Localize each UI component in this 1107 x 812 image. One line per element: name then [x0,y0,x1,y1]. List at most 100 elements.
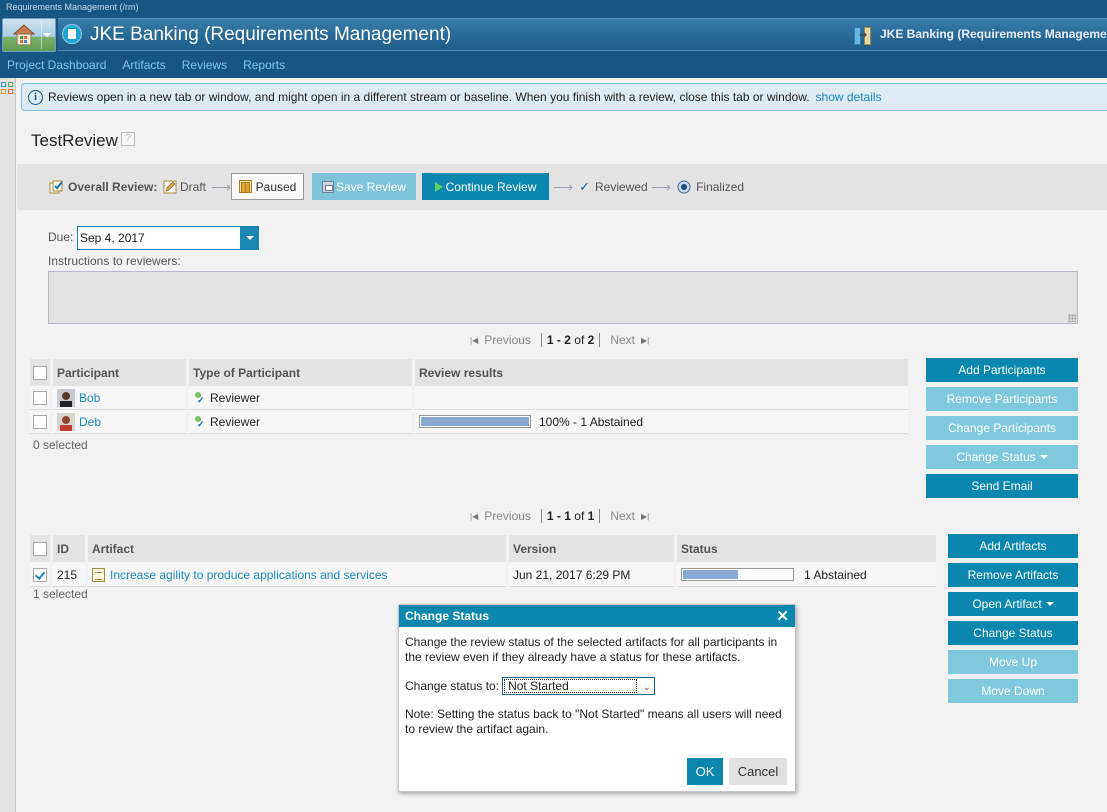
continue-review-button[interactable]: Continue Review [422,173,549,200]
change-participant-status-button[interactable]: Change Status [926,445,1078,469]
row-select-cell [30,563,50,587]
column-participant[interactable]: Participant [53,359,186,386]
arrow-right-icon: ⟶ [211,178,232,195]
row-select-cell [30,410,50,434]
open-artifact-button[interactable]: Open Artifact [948,592,1078,616]
save-review-label: Save Review [335,179,407,194]
pencil-icon [163,180,177,194]
table-row[interactable]: Deb Reviewer 100% - 1 Abstained [30,410,908,434]
add-participants-button[interactable]: Add Participants [926,358,1078,382]
first-page-icon[interactable]: |◀ [470,336,478,345]
send-email-button[interactable]: Send Email [926,474,1078,498]
play-icon [434,181,443,192]
show-details-link[interactable]: show details [816,90,882,104]
last-page-icon[interactable]: ▶| [641,512,649,521]
status-field-row: Change status to: Not Started ⌄ [405,677,789,695]
page-title: TestReview [31,131,118,150]
close-icon[interactable]: ✕ [776,607,789,625]
avatar [57,388,75,407]
step-reviewed: ⟶ ✓ Reviewed [553,164,648,210]
table-row[interactable]: Bob Reviewer [30,386,908,410]
info-icon: i [28,89,43,105]
select-all-checkbox[interactable] [33,541,47,556]
row-checkbox[interactable] [33,414,47,429]
info-banner-text: Reviews open in a new tab or window, and… [48,90,810,104]
project-switcher-label[interactable]: JKE Banking (Requirements Management) [880,27,1107,41]
add-artifacts-button[interactable]: Add Artifacts [948,534,1078,558]
move-down-button[interactable]: Move Down [948,679,1078,703]
column-type[interactable]: Type of Participant [189,359,412,386]
table-header: ID Artifact Version Status [30,535,936,562]
first-page-icon[interactable]: |◀ [470,512,478,521]
participant-cell: Deb [53,410,186,434]
due-date-dropdown-button[interactable] [240,226,259,250]
reviewed-label: Reviewed [594,180,648,194]
type-cell: Reviewer [189,386,412,410]
previous-page-link[interactable]: Previous [484,509,531,523]
change-status-dialog: Change Status ✕ Change the review status… [398,604,796,792]
chevron-down-icon [1045,602,1054,606]
checkmark-icon: ✓ [579,179,590,194]
column-review-results[interactable]: Review results [415,359,908,386]
participant-name-link[interactable]: Deb [79,415,101,429]
last-page-icon[interactable]: ▶| [641,336,649,345]
save-review-button[interactable]: Save Review [312,173,416,200]
column-version[interactable]: Version [509,535,674,562]
remove-artifacts-button[interactable]: Remove Artifacts [948,563,1078,587]
due-label: Due: [48,230,74,244]
row-checkbox[interactable] [33,390,47,405]
due-date-input[interactable]: Sep 4, 2017 [77,226,259,250]
remove-participants-button[interactable]: Remove Participants [926,387,1078,411]
draft-label: Draft [180,180,207,194]
participant-name-link[interactable]: Bob [79,391,100,405]
nav-artifacts[interactable]: Artifacts [122,58,165,72]
artifact-id: 215 [53,563,85,587]
nav-reviews[interactable]: Reviews [182,58,227,72]
dialog-title: Change Status [405,609,490,623]
project-title: JKE Banking (Requirements Management) [90,24,452,45]
help-icon[interactable]: ? [121,132,135,146]
table-row[interactable]: 215 Increase agility to produce applicat… [30,563,936,587]
next-page-link[interactable]: Next [610,333,635,347]
mini-dashboard-icon[interactable] [1,82,14,95]
ok-button[interactable]: OK [687,758,723,785]
artifact-cell: Increase agility to produce applications… [88,563,506,587]
review-progress-bar [419,415,531,428]
column-artifact[interactable]: Artifact [88,535,506,562]
instructions-textarea[interactable] [48,271,1078,324]
page-range: 1 - 1 of 1 [540,509,601,523]
main-nav: Project Dashboard Artifacts Reviews Repo… [7,58,285,72]
open-artifact-label: Open Artifact [972,597,1042,611]
resize-grip-icon[interactable] [1068,314,1076,322]
previous-page-link[interactable]: Previous [484,333,531,347]
change-participants-button[interactable]: Change Participants [926,416,1078,440]
app-caption: Requirements Management (/rm) [6,2,139,12]
next-page-link[interactable]: Next [610,509,635,523]
paused-status: Paused [231,173,304,200]
change-artifact-status-button[interactable]: Change Status [948,621,1078,645]
dialog-header: Change Status ✕ [399,605,795,627]
paused-label: Paused [255,179,297,194]
column-status[interactable]: Status [677,535,936,562]
nav-reports[interactable]: Reports [243,58,285,72]
status-select[interactable]: Not Started ⌄ [502,677,656,695]
home-menu-button[interactable] [2,18,56,52]
participants-selected-count: 0 selected [33,438,88,452]
review-result-cell: 100% - 1 Abstained [415,410,908,434]
select-all-cell [30,535,50,562]
instructions-label: Instructions to reviewers: [48,254,181,268]
status-select-value: Not Started [504,679,638,693]
switch-project-icon[interactable]: ➔ [852,25,874,45]
row-checkbox[interactable] [33,567,47,582]
column-id[interactable]: ID [53,535,85,562]
step-finalized: ⟶ Finalized [651,164,744,210]
artifact-link[interactable]: Increase agility to produce applications… [110,568,388,582]
cancel-button[interactable]: Cancel [729,758,787,785]
nav-project-dashboard[interactable]: Project Dashboard [7,58,106,72]
participant-type: Reviewer [210,390,261,405]
dialog-body: Change the review status of the selected… [399,627,795,745]
reviewer-icon [193,415,205,430]
select-all-checkbox[interactable] [33,365,47,380]
move-up-button[interactable]: Move Up [948,650,1078,674]
artifacts-selected-count: 1 selected [33,587,88,601]
